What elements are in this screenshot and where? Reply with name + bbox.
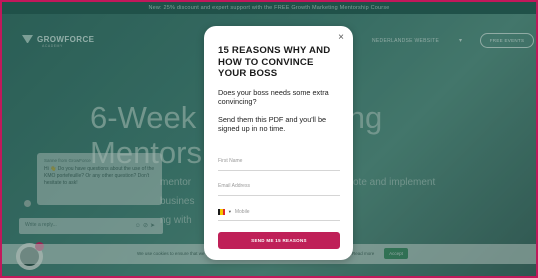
first-name-field[interactable] <box>218 153 340 171</box>
lead-form-modal: × 15 REASONS WHY AND HOW TO CONVINCE YOU… <box>204 26 353 260</box>
belgium-flag-icon[interactable] <box>218 208 225 215</box>
send-reasons-button[interactable]: SEND ME 15 REASONS <box>218 232 340 249</box>
first-name-input[interactable] <box>218 158 340 164</box>
email-field[interactable] <box>218 178 340 196</box>
modal-description: Send them this PDF and you'll be signed … <box>218 114 327 134</box>
close-icon[interactable]: × <box>338 32 344 43</box>
modal-intro: Does your boss needs some extra convinci… <box>218 87 329 107</box>
email-input[interactable] <box>218 183 340 189</box>
modal-title: 15 REASONS WHY AND HOW TO CONVINCE YOUR … <box>218 45 331 79</box>
mobile-input[interactable] <box>234 208 340 215</box>
chevron-down-icon[interactable]: ▼ <box>228 209 232 214</box>
mobile-field[interactable]: ▼ <box>218 203 340 221</box>
page-frame: New: 25% discount and expert support wit… <box>0 0 538 278</box>
